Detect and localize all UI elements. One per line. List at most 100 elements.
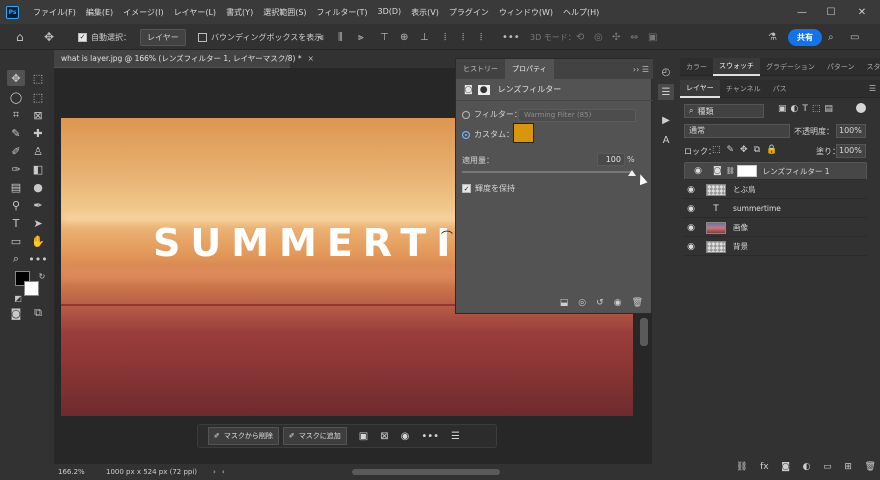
menu-3d[interactable]: 3D(D) bbox=[373, 7, 407, 18]
menu-window[interactable]: ウィンドウ(W) bbox=[494, 7, 558, 18]
new-group-icon[interactable]: ▭ bbox=[823, 462, 832, 476]
remove-from-mask-button[interactable]: ✐ マスクから削除 bbox=[208, 427, 279, 445]
menu-help[interactable]: ヘルプ(H) bbox=[558, 7, 604, 18]
lasso-tool-icon[interactable]: ◯ bbox=[7, 89, 25, 105]
move-tool-icon[interactable]: ✥ bbox=[44, 24, 54, 50]
layer-bird[interactable]: ◉ とぶ鳥 bbox=[684, 181, 867, 199]
swap-colors-icon[interactable]: ↻ bbox=[33, 268, 51, 284]
settings-sliders-icon[interactable]: ☰ bbox=[451, 431, 460, 442]
fill-input[interactable]: 100% bbox=[836, 144, 866, 158]
custom-option[interactable]: カスタム： bbox=[462, 129, 514, 140]
layer-name[interactable]: 背景 bbox=[733, 241, 748, 252]
character-panel-icon[interactable]: A bbox=[658, 132, 674, 148]
menu-edit[interactable]: 編集(E) bbox=[81, 7, 118, 18]
blend-mode-dropdown[interactable]: 通常 bbox=[684, 124, 790, 138]
layer-image[interactable]: ◉ 画像 bbox=[684, 219, 867, 237]
layer-style-icon[interactable]: fx bbox=[760, 462, 769, 476]
distribute-left-icon[interactable]: ⦙ bbox=[444, 24, 446, 50]
visibility-icon[interactable]: ◉ bbox=[614, 298, 622, 308]
more-icon[interactable]: ••• bbox=[421, 431, 439, 442]
artboard-tool-icon[interactable]: ⬚ bbox=[29, 70, 47, 86]
menu-file[interactable]: ファイル(F) bbox=[28, 7, 81, 18]
distribute-right-icon[interactable]: ⦙ bbox=[480, 24, 482, 50]
history-panel-icon[interactable]: ◴ bbox=[658, 64, 674, 80]
auto-select-option[interactable]: ✓ 自動選択： bbox=[78, 24, 131, 50]
share-button-label[interactable]: 共有 bbox=[788, 28, 822, 46]
adjustment-layer-icon[interactable]: ◙ bbox=[464, 85, 473, 95]
dodge-tool-icon[interactable]: ⚲ bbox=[7, 197, 25, 213]
clip-to-layer-icon[interactable]: ⬓ bbox=[560, 298, 569, 308]
tab-swatches[interactable]: スウォッチ bbox=[713, 57, 760, 76]
tab-patterns[interactable]: パターン bbox=[821, 58, 861, 76]
stamp-tool-icon[interactable]: ♙ bbox=[29, 143, 47, 159]
view-mask-icon[interactable]: ◉ bbox=[401, 431, 410, 442]
history-brush-icon[interactable]: ✑ bbox=[7, 161, 25, 177]
move-tool-icon[interactable]: ✥ bbox=[7, 70, 25, 86]
visibility-eye-icon[interactable]: ◉ bbox=[684, 242, 698, 252]
pan-3d-icon[interactable]: ✣ bbox=[612, 24, 620, 50]
menu-type[interactable]: 書式(Y) bbox=[221, 7, 258, 18]
new-adjustment-icon[interactable]: ◐ bbox=[803, 462, 811, 476]
layers-menu-icon[interactable]: ☰ bbox=[869, 84, 876, 93]
menu-image[interactable]: イメージ(I) bbox=[118, 7, 168, 18]
view-previous-icon[interactable]: ◎ bbox=[578, 298, 586, 308]
actions-panel-icon[interactable]: ▶ bbox=[658, 112, 674, 128]
status-menu-icon[interactable]: › bbox=[213, 468, 216, 476]
restore-button[interactable]: ☐ bbox=[816, 0, 846, 24]
object-select-icon[interactable]: ⬚ bbox=[29, 89, 47, 105]
layer-name[interactable]: summertime bbox=[733, 204, 781, 213]
eraser-icon[interactable]: ◧ bbox=[29, 161, 47, 177]
tab-gradients[interactable]: グラデーション bbox=[760, 58, 821, 76]
layer-name[interactable]: レンズフィルター 1 bbox=[763, 166, 830, 177]
document-tab[interactable]: what is layer.jpg @ 166% (レンズフィルター 1, レイ… bbox=[54, 50, 314, 68]
collapse-icon[interactable]: ›› ☰ bbox=[633, 59, 649, 79]
gradient-tool-icon[interactable]: ▤ bbox=[7, 179, 25, 195]
tab-properties[interactable]: プロパティ bbox=[505, 59, 554, 79]
slide-3d-icon[interactable]: ⇔ bbox=[630, 24, 638, 50]
mask-icon[interactable]: ● bbox=[477, 84, 490, 95]
filter-radio[interactable] bbox=[462, 110, 470, 119]
layer-name[interactable]: 画像 bbox=[733, 222, 748, 233]
align-center-icon[interactable]: ⫼ bbox=[338, 24, 343, 50]
tab-channels[interactable]: チャンネル bbox=[720, 80, 767, 98]
more-options-icon[interactable]: ••• bbox=[502, 24, 520, 50]
menu-plugins[interactable]: プラグイン bbox=[444, 7, 494, 18]
tab-layers[interactable]: レイヤー bbox=[680, 79, 720, 98]
zoom-tool-icon[interactable]: ⌕ bbox=[7, 251, 25, 267]
menu-layer[interactable]: レイヤー(L) bbox=[169, 7, 221, 18]
layer-mask-thumbnail[interactable] bbox=[736, 165, 757, 177]
density-slider-thumb[interactable] bbox=[628, 170, 636, 176]
filter-dropdown[interactable]: Warming Filter (85) bbox=[518, 109, 636, 122]
align-bottom-icon[interactable]: ⊥ bbox=[420, 24, 429, 50]
close-window-button[interactable]: ✕ bbox=[847, 0, 877, 24]
tab-paths[interactable]: パス bbox=[767, 80, 793, 98]
search-icon[interactable]: ⌕ bbox=[828, 24, 834, 50]
document-close-icon[interactable]: × bbox=[308, 54, 314, 63]
visibility-eye-icon[interactable]: ◉ bbox=[691, 166, 705, 176]
roll-3d-icon[interactable]: ◎ bbox=[594, 24, 603, 50]
disable-mask-icon[interactable]: ⊠ bbox=[380, 431, 388, 442]
frame-tool-icon[interactable]: ⊠ bbox=[29, 107, 47, 123]
scroll-left-icon[interactable]: ‹ bbox=[222, 468, 225, 476]
flask-icon[interactable]: ⚗ bbox=[768, 24, 777, 50]
chain-link-icon[interactable]: ⛓ bbox=[726, 167, 735, 175]
home-icon[interactable]: ⌂ bbox=[16, 24, 24, 50]
distribute-center-icon[interactable]: ⦙ bbox=[462, 24, 464, 50]
density-input[interactable]: 100 bbox=[597, 153, 625, 166]
scale-3d-icon[interactable]: ▣ bbox=[648, 24, 657, 50]
filter-option[interactable]: フィルター： bbox=[462, 109, 522, 120]
horizontal-scrollbar-thumb[interactable] bbox=[352, 469, 500, 475]
delete-layer-icon[interactable]: 🗑 bbox=[865, 462, 876, 476]
visibility-eye-icon[interactable]: ◉ bbox=[684, 185, 698, 195]
pen-tool-icon[interactable]: ✒ bbox=[29, 197, 47, 213]
brush-tool-icon[interactable]: ✐ bbox=[7, 143, 25, 159]
healing-brush-icon[interactable]: ✚ bbox=[29, 125, 47, 141]
preserve-luminosity-option[interactable]: ✓ 輝度を保持 bbox=[462, 183, 515, 194]
align-top-icon[interactable]: ⊤ bbox=[380, 24, 389, 50]
link-layers-icon[interactable]: ⛓ bbox=[736, 462, 747, 476]
menu-select[interactable]: 選択範囲(S) bbox=[258, 7, 311, 18]
filter-toggle-icon[interactable] bbox=[856, 103, 866, 113]
auto-select-checkbox[interactable]: ✓ bbox=[78, 32, 87, 42]
hand-tool-icon[interactable]: ✋ bbox=[29, 233, 47, 249]
mask-options-icon[interactable]: ▣ bbox=[359, 431, 368, 442]
